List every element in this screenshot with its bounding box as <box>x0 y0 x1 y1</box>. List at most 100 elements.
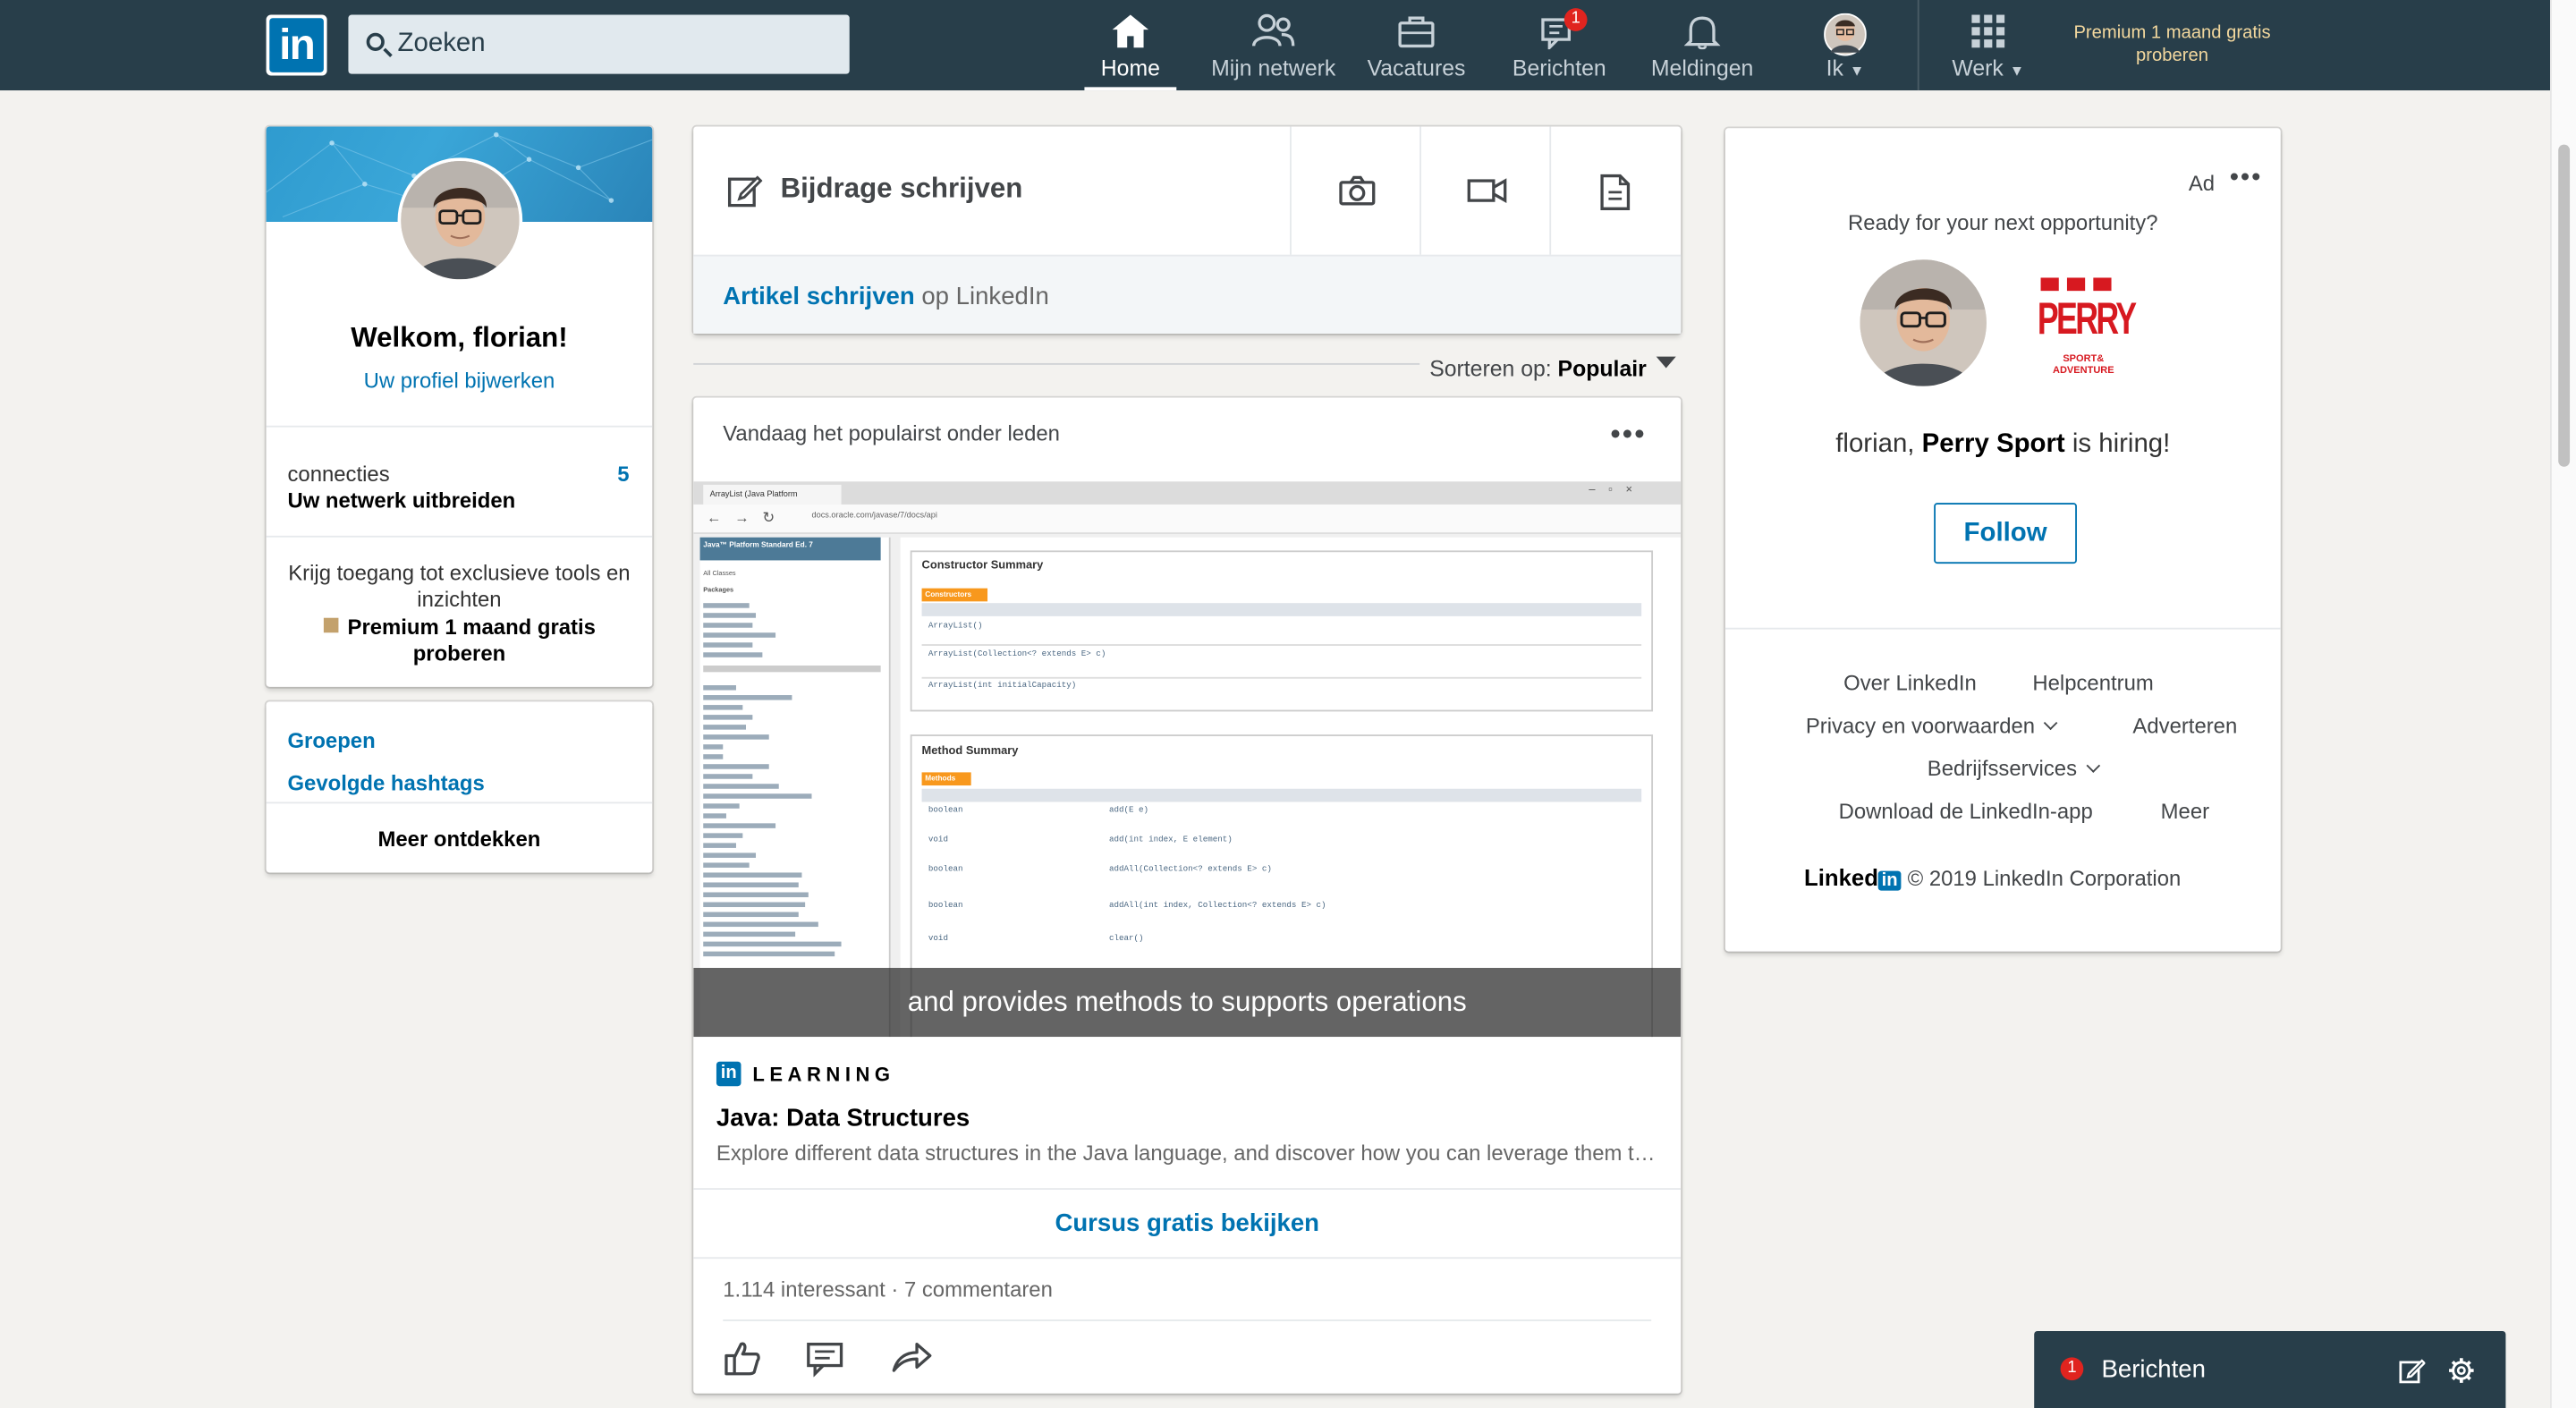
doc-list-line <box>703 892 809 898</box>
nav-jobs[interactable]: Vacatures <box>1357 0 1475 90</box>
window-controls-icon: –▫× <box>1589 484 1646 496</box>
footer-download-app-link[interactable]: Download de LinkedIn-app <box>1839 799 2093 824</box>
update-profile-link[interactable]: Uw profiel bijwerken <box>267 368 653 393</box>
like-icon[interactable] <box>723 1337 762 1377</box>
feed-post: Vandaag het populairst onder leden ••• A… <box>693 397 1682 1394</box>
doc-code-line: boolean <box>928 900 963 911</box>
more-options-icon[interactable]: ••• <box>1610 419 1646 448</box>
write-article-link[interactable]: Artikel schrijven <box>723 283 914 310</box>
doc-code-line: boolean <box>928 805 963 816</box>
social-counts[interactable]: 1.114 interessant · 7 commentaren <box>723 1277 1053 1302</box>
profile-avatar[interactable] <box>397 157 523 283</box>
doc-list-line <box>703 685 736 691</box>
doc-code-line: clear() <box>1108 933 1144 944</box>
chevron-down-icon <box>2086 759 2101 773</box>
video-caption: and provides methods to supports operati… <box>693 967 1682 1038</box>
profile-photo <box>401 161 520 280</box>
top-nav-bar: in Home Mijn netwerk Vacatures 1 Bericht… <box>0 0 2551 91</box>
followed-hashtags-link[interactable]: Gevolgde hashtags <box>287 771 484 796</box>
video-button[interactable] <box>1419 126 1549 255</box>
doc-list-line <box>703 951 835 957</box>
divider <box>266 425 653 428</box>
member-photo <box>1860 259 1987 386</box>
doc-list-line <box>703 613 757 618</box>
nav-messages[interactable]: 1 Berichten <box>1498 0 1620 90</box>
footer-about-link[interactable]: Over LinkedIn <box>1843 670 1977 695</box>
doc-list-line <box>703 941 842 947</box>
discover-more-link[interactable]: Meer ontdekken <box>267 827 653 852</box>
perry-sport-logo[interactable]: PERRY SPORT& ADVENTURE <box>2038 269 2137 387</box>
ad-member-avatar <box>1860 259 1987 386</box>
comment-icon[interactable] <box>805 1337 844 1378</box>
course-title[interactable]: Java: Data Structures <box>716 1104 970 1132</box>
doc-code-line: void <box>928 933 948 944</box>
nav-me[interactable]: Ik ▼ <box>1808 0 1884 90</box>
follow-button[interactable]: Follow <box>1934 503 2077 564</box>
nav-messages-label: Berichten <box>1512 55 1606 81</box>
groups-link[interactable]: Groepen <box>287 728 375 753</box>
footer-advertise-link[interactable]: Adverteren <box>2132 713 2237 738</box>
premium-trial-link[interactable]: Premium 1 maand gratis proberen <box>2057 21 2287 67</box>
scrollbar-thumb[interactable] <box>2558 144 2571 467</box>
doc-all-classes: All Classes <box>703 568 736 577</box>
constructor-summary-title: Constructor Summary <box>921 560 1044 573</box>
doc-scroll <box>703 665 881 673</box>
nav-home[interactable]: Home <box>1084 0 1177 91</box>
video-player[interactable]: ArrayList (Java Platform –▫× ←→↻ docs.or… <box>693 481 1682 1038</box>
write-post-label: Bijdrage schrijven <box>780 172 1023 204</box>
doc-list-line <box>703 823 776 828</box>
footer-help-link[interactable]: Helpcentrum <box>2032 670 2153 695</box>
divider <box>693 1188 1682 1190</box>
nav-notifications[interactable]: Meldingen <box>1640 0 1765 90</box>
watch-course-button[interactable]: Cursus gratis bekijken <box>693 1209 1681 1237</box>
grow-network-link[interactable]: Uw netwerk uitbreiden <box>287 488 515 513</box>
nav-work[interactable]: Werk ▼ <box>1939 0 2038 90</box>
messaging-bar[interactable]: 1 Berichten <box>2034 1330 2506 1408</box>
doc-list-line <box>703 921 818 928</box>
doc-list-line <box>703 833 743 838</box>
divider <box>1724 627 2281 630</box>
profile-card: Welkom, florian! Uw profiel bijwerken co… <box>266 126 653 687</box>
footer-privacy-link[interactable]: Privacy en voorwaarden <box>1806 713 2059 738</box>
search-input[interactable] <box>397 14 842 74</box>
doc-list-line <box>703 931 796 937</box>
nav-notifications-label: Meldingen <box>1650 55 1754 81</box>
logo-text: in <box>269 18 324 72</box>
footer-more-link[interactable]: Meer <box>2161 799 2209 824</box>
document-button[interactable] <box>1549 126 1681 255</box>
footer-business-link[interactable]: Bedrijfsservices <box>1928 756 2101 781</box>
compose-icon[interactable] <box>2399 1357 2426 1384</box>
doc-list-line <box>703 705 743 710</box>
chevron-down-icon <box>2044 716 2059 731</box>
premium-promo-link[interactable]: Premium 1 maand gratis proberen <box>283 615 636 667</box>
write-post-button[interactable]: Bijdrage schrijven <box>693 126 1290 254</box>
methods-tag: Methods <box>921 772 971 786</box>
sort-dropdown[interactable]: Sorteren op: Populair <box>1429 357 1647 382</box>
doc-list-line <box>703 774 753 779</box>
doc-code-line: add(int index, E element) <box>1108 835 1233 845</box>
ad-question: Ready for your next opportunity? <box>1848 210 2158 235</box>
search-box[interactable] <box>348 14 850 74</box>
doc-list-line <box>703 862 750 868</box>
doc-code-line: addAll(Collection<? extends E> c) <box>1108 864 1272 875</box>
community-card: Groepen Gevolgde hashtags Meer ontdekken <box>266 701 653 873</box>
photo-button[interactable] <box>1290 126 1419 255</box>
doc-list-line <box>703 623 753 628</box>
nav-divider <box>1917 0 1919 91</box>
learning-label: LEARNING <box>752 1063 895 1087</box>
connections-count[interactable]: 5 <box>617 462 629 487</box>
divider <box>266 802 653 804</box>
share-icon[interactable] <box>891 1337 934 1377</box>
connections-label[interactable]: connecties <box>287 462 389 487</box>
nav-my-network[interactable]: Mijn netwerk <box>1199 0 1347 90</box>
welcome-heading: Welkom, florian! <box>351 322 568 353</box>
video-browser-tabbar: ArrayList (Java Platform –▫× <box>693 481 1682 505</box>
caret-down-icon[interactable] <box>1656 356 1676 369</box>
doc-list-line <box>703 813 726 819</box>
linkedin-logo[interactable]: in <box>266 14 327 76</box>
premium-promo-text: Krijg toegang tot exclusieve tools en in… <box>288 560 631 612</box>
ad-options-icon[interactable]: ••• <box>2230 165 2262 191</box>
settings-gear-icon[interactable] <box>2448 1357 2474 1383</box>
page-scrollbar[interactable] <box>2550 0 2576 1408</box>
write-article-text: Artikel schrijven op LinkedIn <box>723 282 1049 311</box>
